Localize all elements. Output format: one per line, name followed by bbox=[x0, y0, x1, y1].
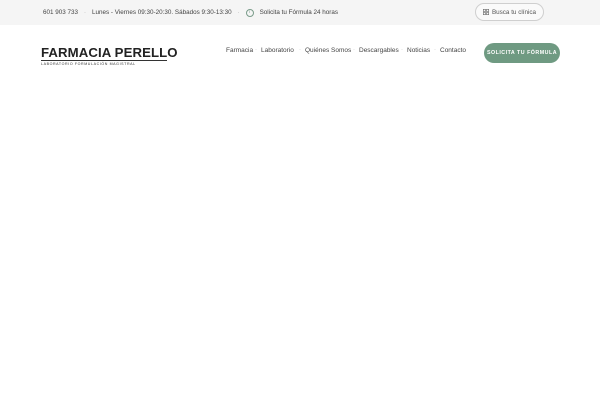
top-bar-info: 601 903 733 · Lunes - Viernes 09:30-20:3… bbox=[43, 0, 338, 25]
nav-item-descargables[interactable]: Descargables bbox=[359, 47, 399, 54]
grid-icon bbox=[482, 9, 489, 15]
formula-24h-text: Solicita tu Fórmula 24 horas bbox=[259, 9, 339, 16]
find-clinic-button[interactable]: Busca tu clínica bbox=[475, 3, 544, 21]
separator: · bbox=[237, 9, 240, 16]
info-icon: i bbox=[245, 8, 254, 17]
logo-subtitle: LABORATORIO FORMULACIÓN MAGISTRAL bbox=[41, 60, 167, 67]
nav-separator: · bbox=[299, 47, 301, 53]
nav-separator: · bbox=[255, 47, 257, 53]
nav-item-laboratorio[interactable]: Laboratorio bbox=[261, 47, 294, 54]
opening-hours: Lunes - Viernes 09:30-20:30. Sábados 9:3… bbox=[92, 9, 232, 16]
nav-item-farmacia[interactable]: Farmacia bbox=[226, 47, 253, 54]
nav-item-noticias[interactable]: Noticias bbox=[407, 47, 430, 54]
main-content bbox=[0, 81, 600, 400]
nav-separator: · bbox=[401, 47, 403, 53]
nav-separator: · bbox=[434, 47, 436, 53]
nav-item-quienes-somos[interactable]: Quiénes Somos bbox=[305, 47, 351, 54]
request-formula-button[interactable]: SOLICITA TU FÓRMULA bbox=[484, 43, 560, 63]
top-bar: 601 903 733 · Lunes - Viernes 09:30-20:3… bbox=[0, 0, 600, 25]
request-formula-label: SOLICITA TU FÓRMULA bbox=[486, 50, 558, 56]
nav-separator: · bbox=[353, 47, 355, 53]
phone-number[interactable]: 601 903 733 bbox=[43, 9, 78, 16]
separator: · bbox=[84, 9, 87, 16]
find-clinic-label: Busca tu clínica bbox=[491, 8, 537, 16]
nav-item-contacto[interactable]: Contacto bbox=[440, 47, 466, 54]
